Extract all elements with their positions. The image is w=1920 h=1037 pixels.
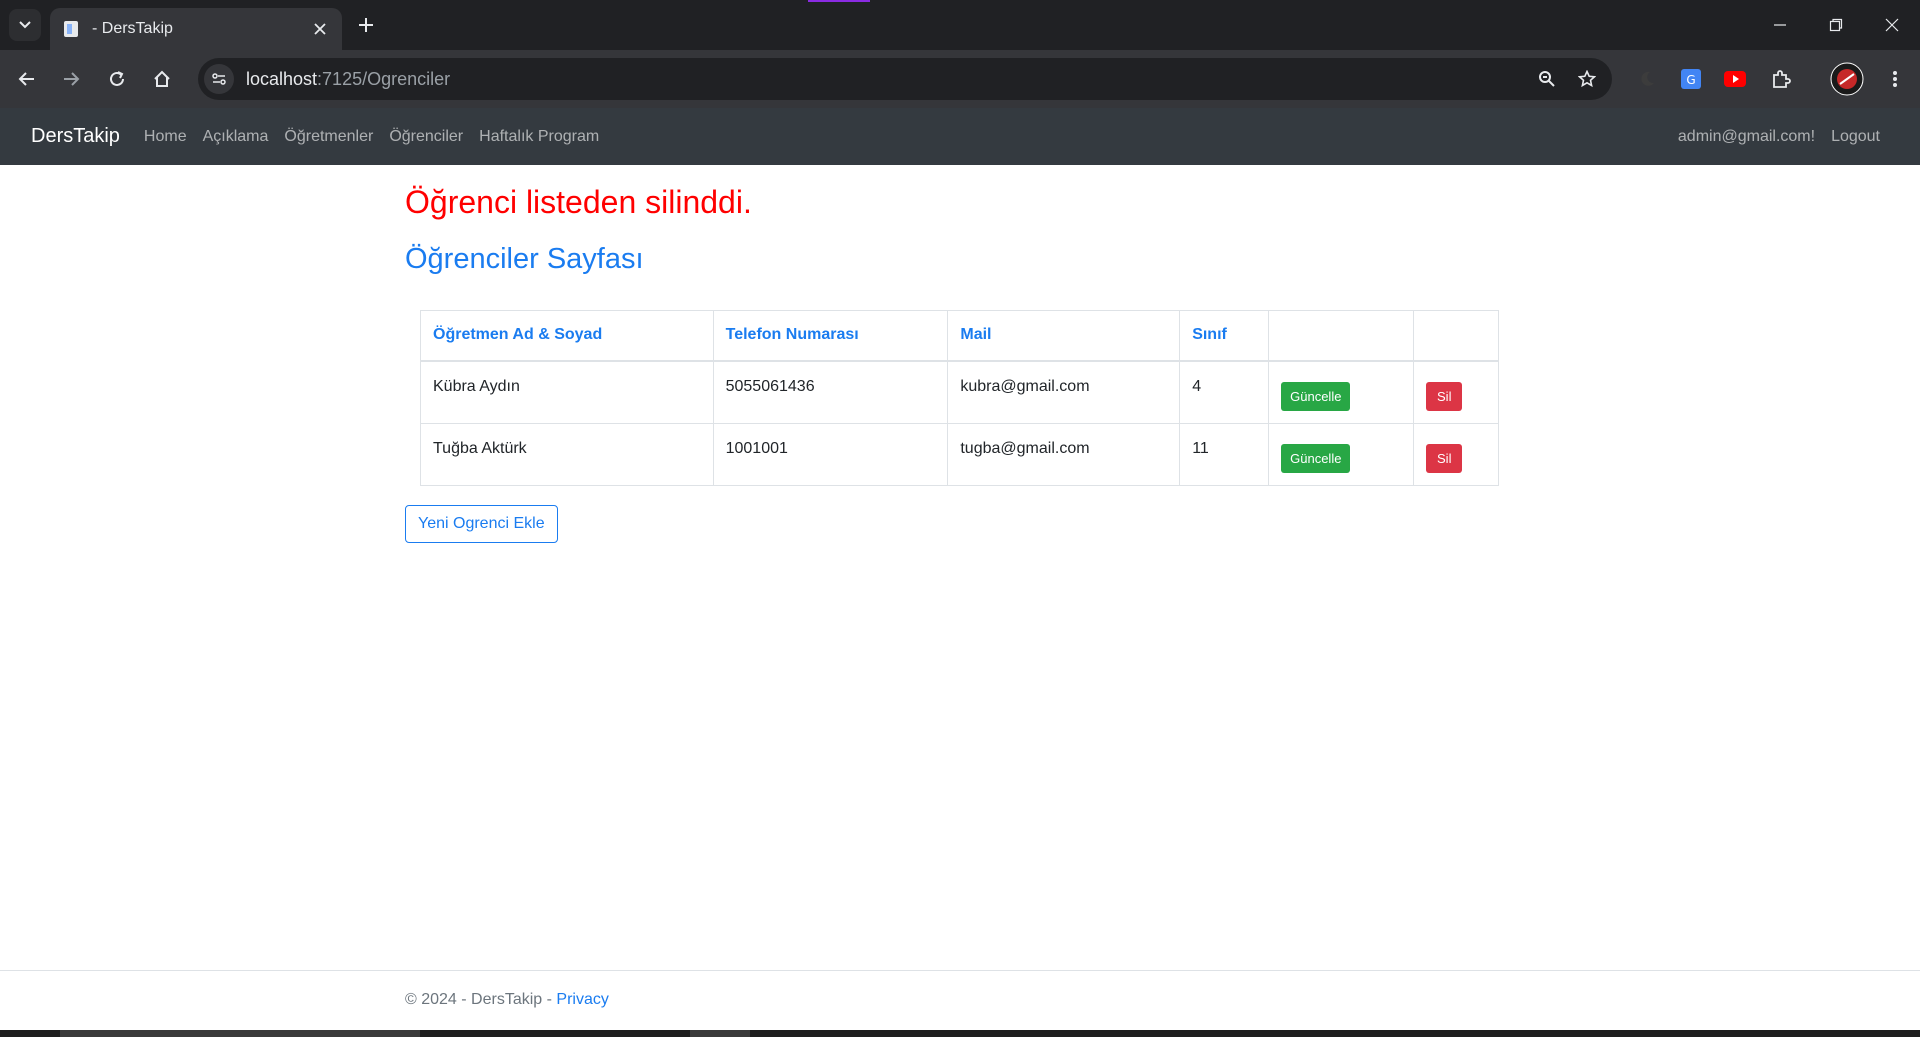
column-header-phone: Telefon Numarası bbox=[712, 310, 949, 362]
tab-search-button[interactable] bbox=[9, 9, 41, 41]
cell-phone: 1001001 bbox=[712, 422, 949, 486]
dark-mode-extension-icon[interactable] bbox=[1632, 64, 1662, 94]
home-icon bbox=[154, 70, 170, 87]
close-icon bbox=[1885, 18, 1899, 32]
cell-mail: tugba@gmail.com bbox=[947, 422, 1181, 486]
bookmark-star-icon[interactable] bbox=[1572, 64, 1602, 94]
back-button[interactable] bbox=[12, 64, 42, 94]
logout-link[interactable]: Logout bbox=[1831, 128, 1880, 146]
window-close-button[interactable] bbox=[1864, 0, 1920, 50]
extensions-puzzle-icon[interactable] bbox=[1766, 64, 1796, 94]
privacy-link[interactable]: Privacy bbox=[556, 991, 608, 1008]
minimize-button[interactable] bbox=[1752, 0, 1808, 50]
footer-text: © 2024 - DersTakip - Privacy bbox=[405, 991, 609, 1009]
chevron-down-icon bbox=[19, 21, 31, 29]
taskbar-segment bbox=[60, 1030, 420, 1037]
cell-phone: 5055061436 bbox=[712, 360, 949, 424]
update-button[interactable]: Güncelle bbox=[1281, 381, 1351, 411]
column-header-name: Öğretmen Ad & Soyad bbox=[420, 310, 714, 362]
minimize-icon bbox=[1774, 24, 1786, 26]
page-icon bbox=[62, 19, 80, 39]
url-text: localhost:7125/Ogrenciler bbox=[246, 68, 451, 89]
nav-link-haftalik-program[interactable]: Haftalık Program bbox=[479, 128, 599, 146]
cell-name: Kübra Aydın bbox=[420, 360, 714, 424]
delete-button[interactable]: Sil bbox=[1426, 381, 1463, 411]
reload-icon bbox=[110, 71, 124, 86]
new-tab-button[interactable] bbox=[352, 11, 380, 39]
brand-link[interactable]: DersTakip bbox=[31, 125, 120, 148]
delete-alert-message: Öğrenci listeden silinddi. bbox=[405, 184, 752, 220]
nav-link-ogretmenler[interactable]: Öğretmenler bbox=[284, 128, 373, 146]
copyright-text: © 2024 - DersTakip - bbox=[405, 991, 557, 1008]
site-info-icon[interactable] bbox=[204, 64, 234, 94]
cell-class: 11 bbox=[1179, 422, 1270, 486]
browser-menu-icon[interactable] bbox=[1880, 64, 1910, 94]
window-controls bbox=[1752, 0, 1920, 50]
table-row: Kübra Aydın 5055061436 kubra@gmail.com 4… bbox=[420, 360, 1499, 424]
update-button[interactable]: Güncelle bbox=[1281, 443, 1351, 473]
tab-group-indicator bbox=[808, 0, 870, 2]
column-header-class: Sınıf bbox=[1179, 310, 1270, 362]
column-header-mail: Mail bbox=[947, 310, 1181, 362]
browser-tab[interactable]: - DersTakip bbox=[50, 8, 342, 50]
nav-link-home[interactable]: Home bbox=[144, 128, 187, 146]
restore-button[interactable] bbox=[1808, 0, 1864, 50]
table-header-row: Öğretmen Ad & Soyad Telefon Numarası Mai… bbox=[420, 310, 1499, 362]
page-title: Öğrenciler Sayfası bbox=[405, 243, 644, 275]
svg-text:G: G bbox=[1686, 73, 1695, 87]
column-header-update bbox=[1268, 310, 1415, 362]
delete-button[interactable]: Sil bbox=[1426, 443, 1463, 473]
cell-delete: Sil bbox=[1413, 360, 1499, 424]
plus-icon bbox=[359, 18, 373, 32]
taskbar-strip bbox=[0, 1030, 1920, 1037]
nav-user-area: admin@gmail.com! Logout bbox=[1678, 128, 1889, 146]
main-content: Öğrenci listeden silinddi. Öğrenciler Sa… bbox=[405, 165, 1505, 543]
nav-link-aciklama[interactable]: Açıklama bbox=[203, 128, 269, 146]
nav-link-ogrenciler[interactable]: Öğrenciler bbox=[389, 128, 463, 146]
taskbar-segment bbox=[690, 1030, 750, 1037]
table-row: Tuğba Aktürk 1001001 tugba@gmail.com 11 … bbox=[420, 422, 1499, 486]
home-button[interactable] bbox=[147, 64, 177, 94]
students-table: Öğretmen Ad & Soyad Telefon Numarası Mai… bbox=[420, 310, 1499, 486]
cell-name: Tuğba Aktürk bbox=[420, 422, 714, 486]
cell-update: Güncelle bbox=[1268, 422, 1415, 486]
cell-mail: kubra@gmail.com bbox=[947, 360, 1181, 424]
profile-avatar[interactable] bbox=[1830, 62, 1864, 96]
browser-tab-bar: - DersTakip bbox=[0, 0, 1920, 50]
footer: © 2024 - DersTakip - Privacy bbox=[0, 970, 1920, 1030]
browser-toolbar: localhost:7125/Ogrenciler G bbox=[0, 50, 1920, 108]
cell-update: Güncelle bbox=[1268, 360, 1415, 424]
cell-class: 4 bbox=[1179, 360, 1270, 424]
address-bar[interactable]: localhost:7125/Ogrenciler bbox=[198, 58, 1612, 100]
column-header-delete bbox=[1413, 310, 1499, 362]
translate-extension-icon[interactable]: G bbox=[1676, 64, 1706, 94]
youtube-extension-icon[interactable] bbox=[1720, 64, 1750, 94]
tab-title: - DersTakip bbox=[92, 20, 173, 37]
restore-icon bbox=[1829, 18, 1843, 32]
add-student-button[interactable]: Yeni Ogrenci Ekle bbox=[405, 505, 558, 543]
user-email-link[interactable]: admin@gmail.com! bbox=[1678, 128, 1815, 146]
cell-delete: Sil bbox=[1413, 422, 1499, 486]
close-icon[interactable] bbox=[310, 19, 330, 39]
site-navbar: DersTakip Home Açıklama Öğretmenler Öğre… bbox=[0, 108, 1920, 165]
reload-button[interactable] bbox=[102, 64, 132, 94]
zoom-icon[interactable] bbox=[1532, 64, 1562, 94]
arrow-right-icon bbox=[64, 72, 80, 86]
forward-button[interactable] bbox=[56, 64, 86, 94]
arrow-left-icon bbox=[18, 72, 34, 86]
